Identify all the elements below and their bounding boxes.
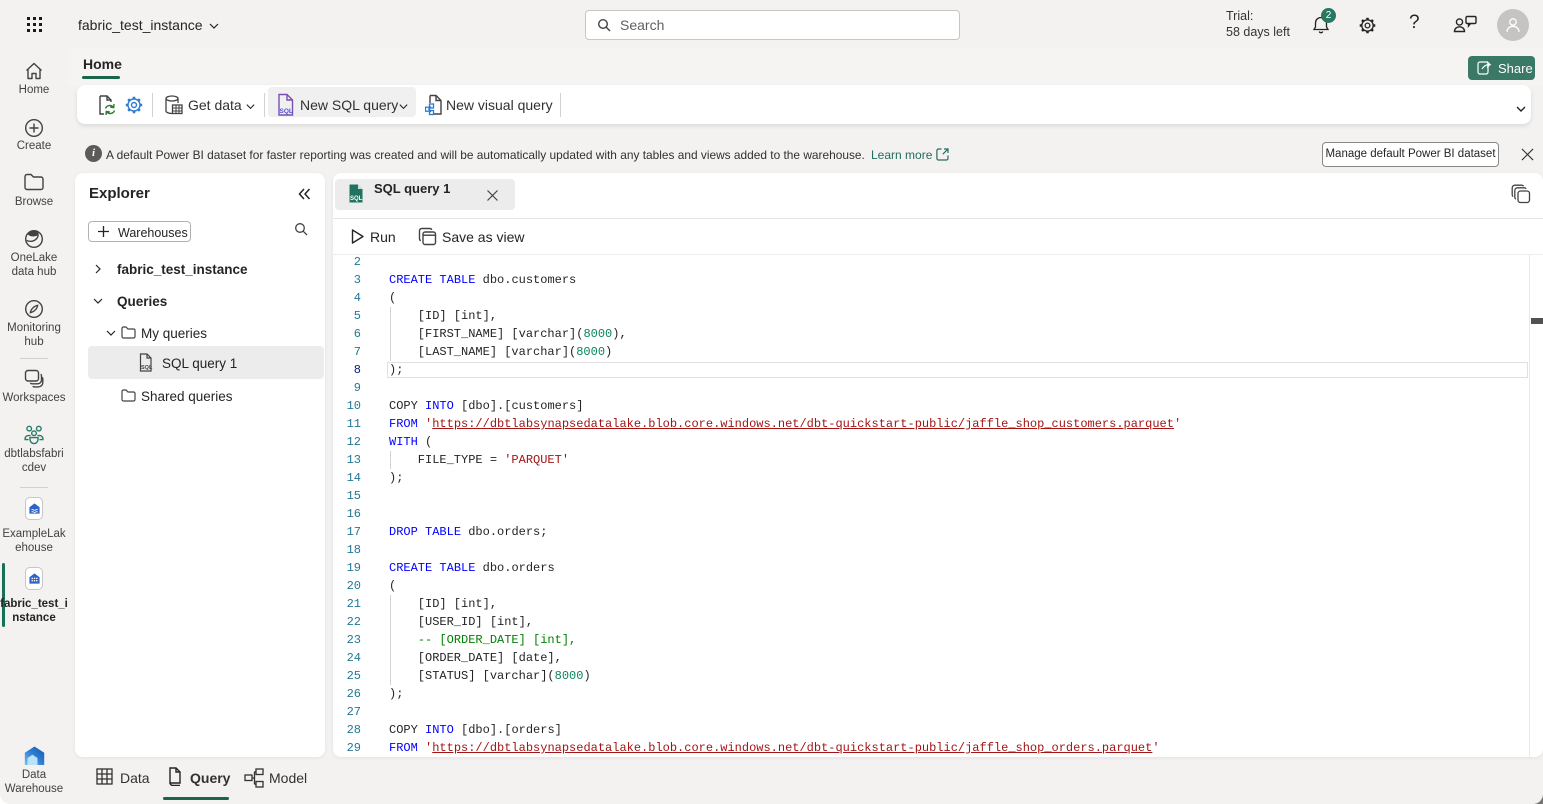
svg-text:SQL: SQL (141, 365, 153, 371)
svg-text:SQL: SQL (350, 196, 363, 202)
svg-text:SQL: SQL (280, 108, 293, 115)
